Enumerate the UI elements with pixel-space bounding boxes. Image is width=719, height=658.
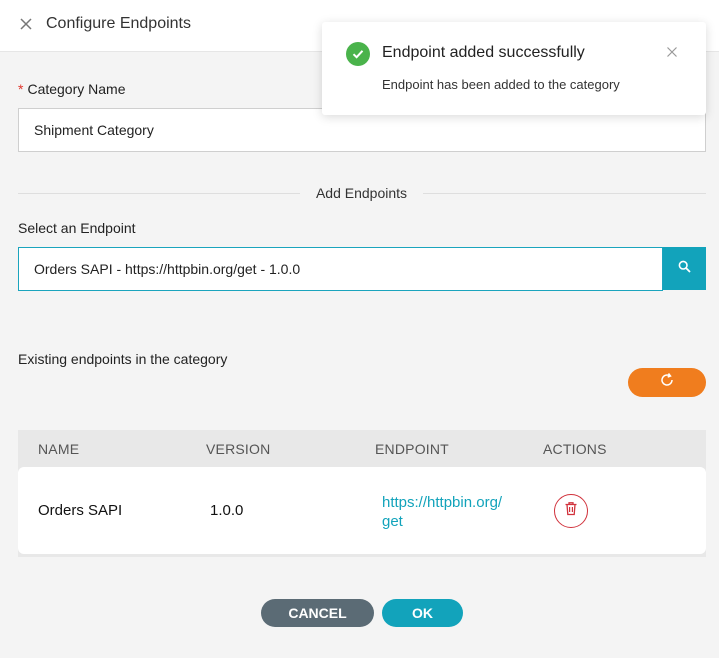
existing-endpoints-title: Existing endpoints in the category — [18, 351, 228, 367]
column-header-version: Version — [206, 441, 271, 457]
table-row: Orders SAPI 1.0.0 https://httpbin.org/ g… — [18, 467, 706, 554]
endpoint-search-input[interactable]: Orders SAPI - https://httpbin.org/get - … — [18, 247, 663, 291]
close-icon[interactable] — [666, 45, 678, 57]
divider — [18, 193, 300, 194]
endpoint-url-link[interactable]: https://httpbin.org/ get — [382, 493, 532, 531]
column-header-name: Name — [38, 441, 80, 457]
ok-button[interactable]: OK — [382, 599, 463, 627]
endpoint-version: 1.0.0 — [210, 502, 244, 519]
toast-message: Endpoint has been added to the category — [382, 77, 620, 92]
dialog-title: Configure Endpoints — [46, 15, 191, 32]
close-icon[interactable] — [17, 15, 35, 33]
required-mark: * — [18, 81, 24, 97]
success-toast: Endpoint added successfully Endpoint has… — [322, 22, 706, 115]
column-header-actions: Actions — [543, 441, 607, 457]
trash-icon — [564, 501, 578, 521]
category-name-label-text: Category Name — [27, 81, 126, 97]
column-header-endpoint: Endpoint — [375, 441, 449, 457]
category-name-value: Shipment Category — [34, 122, 154, 138]
toast-title: Endpoint added successfully — [382, 44, 585, 61]
endpoint-search-value: Orders SAPI - https://httpbin.org/get - … — [34, 261, 301, 277]
category-name-label: * Category Name — [18, 81, 126, 97]
section-title: Add Endpoints — [315, 185, 408, 201]
refresh-icon — [659, 372, 675, 393]
endpoint-url-line1: https://httpbin.org/ — [382, 494, 503, 511]
divider — [423, 193, 706, 194]
cancel-button[interactable]: Cancel — [261, 599, 374, 627]
endpoint-url-line2: get — [382, 513, 403, 530]
endpoint-select-label: Select an Endpoint — [18, 220, 136, 236]
check-circle-icon — [346, 42, 370, 66]
endpoint-name: Orders SAPI — [38, 502, 123, 519]
endpoints-table: Name Version Endpoint Actions Orders SAP… — [18, 430, 706, 557]
refresh-button[interactable] — [628, 368, 706, 397]
delete-endpoint-button[interactable] — [554, 494, 588, 528]
search-button[interactable] — [663, 247, 706, 290]
search-icon — [678, 260, 691, 278]
